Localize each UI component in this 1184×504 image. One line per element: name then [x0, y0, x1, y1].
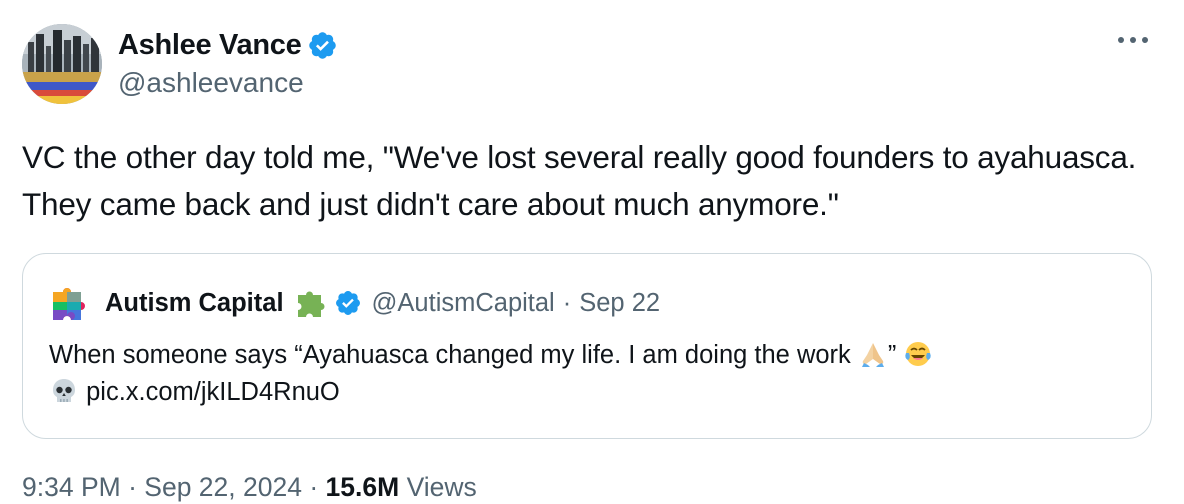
verified-badge-icon[interactable]	[307, 30, 338, 61]
more-options-icon[interactable]	[1116, 30, 1150, 50]
quoted-tweet[interactable]: Autism Capital @AutismCapital · Sep 22 W…	[22, 253, 1152, 439]
tweet-card: Ashlee Vance @ashleevance VC the other d…	[0, 0, 1184, 504]
quoted-verified-badge-icon[interactable]	[334, 289, 362, 317]
quoted-author-handle[interactable]: @AutismCapital	[372, 289, 555, 318]
tweet-date[interactable]: Sep 22, 2024	[144, 472, 302, 502]
tweet-meta: 9:34 PM · Sep 22, 2024 · 15.6M Views	[22, 472, 477, 503]
views-label: Views	[406, 472, 477, 502]
quoted-text-part2: ”	[887, 341, 904, 369]
author-name-row: Ashlee Vance	[118, 27, 338, 63]
quoted-media-link[interactable]: pic.x.com/jkILD4RnuO	[86, 378, 340, 406]
tears-of-joy-emoji	[903, 339, 933, 369]
puzzle-piece-emoji	[294, 287, 326, 319]
author-display-name[interactable]: Ashlee Vance	[118, 29, 302, 62]
quoted-tweet-text: When someone says “Ayahuasca changed my …	[49, 337, 1129, 411]
quoted-author-avatar[interactable]	[49, 282, 93, 324]
quoted-tweet-header: Autism Capital @AutismCapital · Sep 22	[49, 284, 660, 322]
skull-emoji	[49, 376, 79, 406]
tweet-time[interactable]: 9:34 PM	[22, 472, 121, 502]
quoted-separator: ·	[562, 288, 572, 317]
tweet-text: VC the other day told me, "We've lost se…	[22, 139, 1145, 222]
folded-hands-emoji	[858, 339, 888, 369]
author-avatar[interactable]	[22, 24, 102, 104]
meta-separator: ·	[128, 472, 137, 502]
quoted-author-name[interactable]: Autism Capital	[105, 289, 284, 318]
views-count[interactable]: 15.6M	[326, 472, 400, 502]
meta-separator-2: ·	[309, 472, 319, 502]
quoted-text-part1: When someone says “Ayahuasca changed my …	[49, 341, 858, 369]
author-handle[interactable]: @ashleevance	[118, 67, 304, 99]
quoted-tweet-date[interactable]: Sep 22	[579, 289, 660, 318]
